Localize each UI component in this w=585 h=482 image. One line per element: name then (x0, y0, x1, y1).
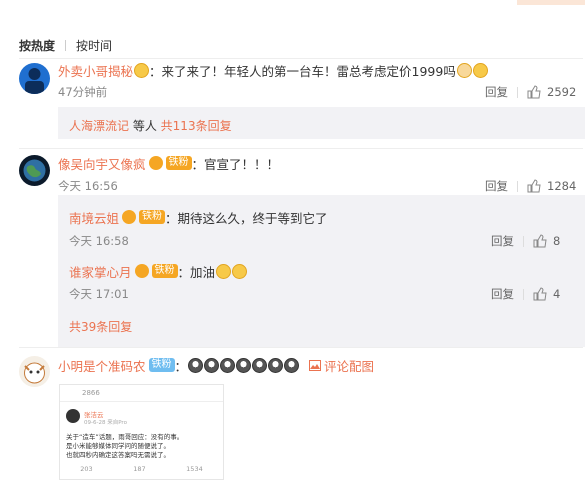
like-count: 2592 (547, 85, 577, 99)
cheer-emoji-icon (232, 263, 248, 279)
comment-actions: 回复 2592 (485, 84, 576, 100)
cry-emoji-icon (188, 357, 204, 373)
reply-username[interactable]: 南境云姐 (69, 208, 119, 227)
cry-emoji-icon (204, 357, 220, 373)
like-icon[interactable] (533, 287, 547, 301)
username[interactable]: 像吴向宇又像疯 (58, 154, 146, 173)
cry-emoji-icon (220, 357, 236, 373)
reply-button[interactable]: 回复 (491, 286, 514, 302)
like-icon[interactable] (527, 179, 541, 193)
top-action-button[interactable] (517, 0, 585, 5)
reply-username[interactable]: 谁家掌心月 (69, 262, 132, 281)
reply-body: ：加油 (177, 264, 216, 280)
avatar[interactable] (19, 356, 50, 387)
reply-actions: 回复 4 (491, 286, 560, 302)
avatar[interactable] (19, 63, 50, 94)
reply-button[interactable]: 回复 (485, 178, 508, 194)
image-meta: 09-6-28 来自Pro (84, 420, 127, 426)
image-avatar (66, 409, 80, 423)
image-stat: 187 (133, 465, 146, 473)
vip-icon (134, 264, 149, 278)
cheer-emoji-icon (216, 263, 232, 279)
sort-by-hot[interactable]: 按热度 (19, 37, 55, 54)
like-icon[interactable] (527, 85, 541, 99)
username[interactable]: 小明是个准码农 (58, 356, 146, 375)
reply-button[interactable]: 回复 (491, 233, 514, 249)
avatar[interactable] (19, 155, 50, 186)
comment-image[interactable]: 2866 张洁云 09-6-28 来自Pro 关于“造车”话题，雨哥回应：没有的… (59, 384, 224, 480)
reply-body: ：期待这么久，终于等到它了 (165, 210, 328, 226)
comment-time: 47分钟前 (58, 85, 108, 99)
cry-emoji-icon (252, 357, 268, 373)
divider (517, 86, 518, 98)
fan-badge: 铁粉 (151, 264, 178, 278)
fan-badge: 铁粉 (139, 210, 166, 224)
image-icon (309, 359, 322, 371)
thumbs-up-emoji-icon (472, 62, 488, 78)
cry-emoji-icon (284, 357, 300, 373)
divider (19, 347, 583, 348)
reply-text: 南境云姐 铁粉 ：期待这么久，终于等到它了 (69, 208, 328, 226)
fan-badge: 铁粉 (148, 358, 175, 372)
reply-time: 今天 17:01 (69, 287, 129, 301)
doge-emoji-icon (456, 62, 472, 78)
vip-icon (148, 156, 163, 170)
cry-emoji-icon (268, 357, 284, 373)
divider (523, 235, 524, 247)
reply-summary-count[interactable]: 共113条回复 (161, 119, 232, 133)
divider (517, 180, 518, 192)
sort-bar: 按热度 按时间 (19, 37, 112, 53)
reply-summary[interactable]: 人海漂流记 等人 共113条回复 (58, 107, 585, 139)
comment-text: 像吴向宇又像疯 铁粉 ：官宣了！！！ (58, 154, 279, 172)
reply-summary-user[interactable]: 人海漂流记 (69, 119, 129, 133)
vip-icon (122, 210, 137, 224)
fan-badge: 铁粉 (165, 156, 192, 170)
comment-time: 今天 16:56 (58, 179, 118, 193)
comment-body: ：来了来了！年轻人的第一台车！雷总考虑定价1999吗 (149, 63, 456, 79)
divider (19, 148, 583, 149)
image-stat: 1534 (186, 465, 203, 473)
like-icon[interactable] (533, 234, 547, 248)
vip-icon (134, 62, 150, 78)
username[interactable]: 外卖小哥揭秘 (58, 61, 133, 80)
comment-image-link[interactable]: 评论配图 (309, 356, 374, 375)
reply-time: 今天 16:58 (69, 234, 129, 248)
image-stat: 203 (80, 465, 93, 473)
image-line: 也就四秒内确定这答案吗无需说了。 (66, 451, 170, 459)
image-stats: 203 187 1534 (60, 465, 223, 473)
like-count: 4 (553, 287, 561, 301)
divider (523, 288, 524, 300)
divider (65, 39, 67, 51)
comment-text: 小明是个准码农 铁粉 ： 评论配图 (58, 356, 374, 374)
reply-text: 谁家掌心月 铁粉 ：加油 (69, 262, 248, 281)
image-top-bar: 2866 (60, 385, 223, 402)
like-count: 8 (553, 234, 561, 248)
more-replies-link[interactable]: 共39条回复 (69, 318, 132, 335)
divider (19, 58, 583, 59)
comment-text: 外卖小哥揭秘 ：来了来了！年轻人的第一台车！雷总考虑定价1999吗 (58, 61, 488, 79)
reply-button[interactable]: 回复 (485, 84, 508, 100)
comment-body: ： (174, 358, 188, 374)
reply-actions: 回复 8 (491, 233, 560, 249)
comment-actions: 回复 1284 (485, 178, 576, 194)
image-stat: 2866 (82, 389, 100, 397)
comment-body: ：官宣了！！！ (191, 156, 280, 172)
cry-emoji-icon (236, 357, 252, 373)
sort-by-time[interactable]: 按时间 (76, 37, 112, 54)
like-count: 1284 (547, 179, 577, 193)
reply-summary-mid: 等人 (132, 119, 161, 133)
